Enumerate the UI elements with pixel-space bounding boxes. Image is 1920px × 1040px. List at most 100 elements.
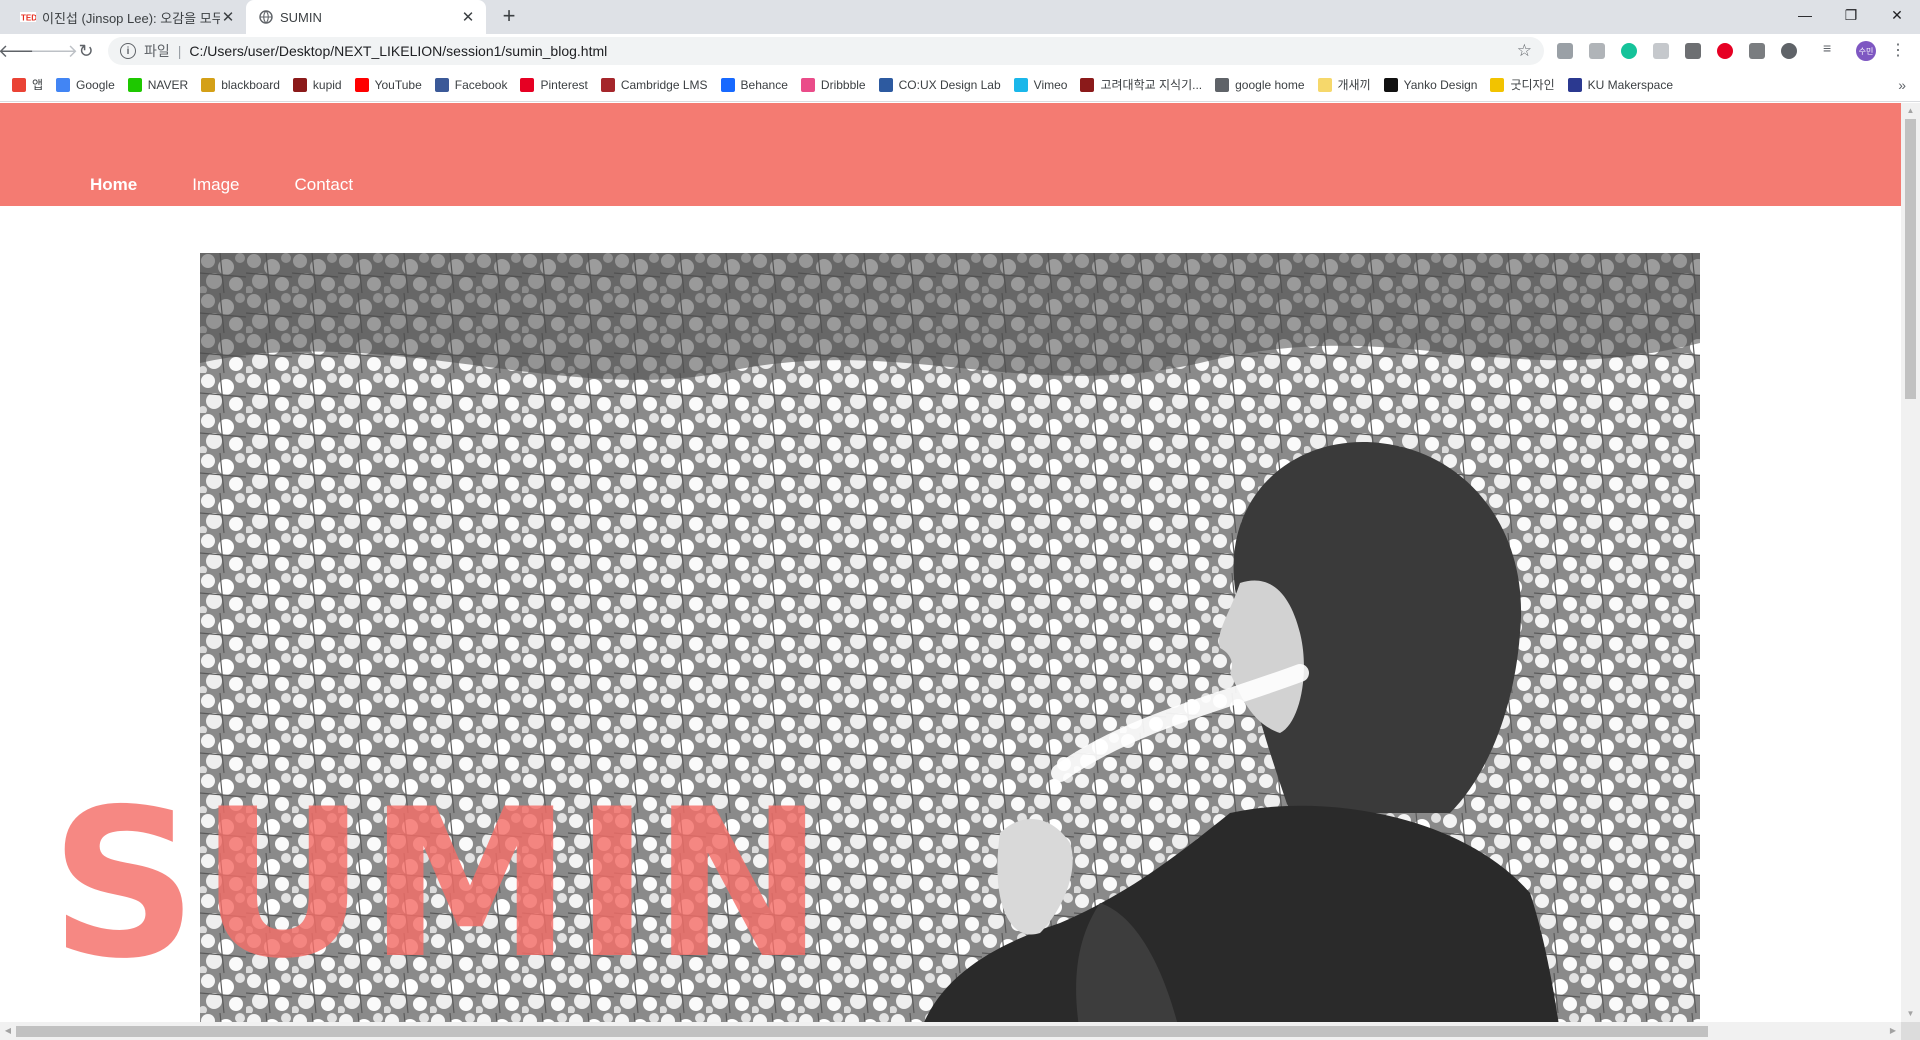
bookmark-item[interactable]: 앱	[12, 76, 43, 93]
behance-icon	[720, 77, 735, 92]
browser-menu-icon[interactable]: ⋮	[1890, 40, 1906, 62]
bookmark-label: Cambridge LMS	[620, 77, 708, 92]
horizontal-scrollbar[interactable]: ◀ ▶	[0, 1022, 1901, 1040]
bookmarks-overflow-icon[interactable]: »	[1898, 77, 1906, 93]
minimize-button[interactable]: —	[1782, 0, 1828, 30]
grammarly-icon[interactable]	[1621, 43, 1637, 59]
bookmark-item[interactable]: Yanko Design	[1383, 77, 1478, 92]
scroll-right-arrow-icon[interactable]: ▶	[1885, 1022, 1901, 1040]
bookmark-item[interactable]: KU Makerspace	[1567, 77, 1674, 92]
bookmark-item[interactable]: 굿디자인	[1490, 76, 1555, 93]
google-icon	[56, 77, 71, 92]
bookmark-label: YouTube	[374, 77, 422, 92]
naver-icon	[127, 77, 142, 92]
window-close-button[interactable]: ✕	[1874, 0, 1920, 30]
tab-sumin[interactable]: SUMIN ✕	[246, 0, 486, 34]
site-header: Home Image Contact	[0, 103, 1901, 206]
scroll-down-arrow-icon[interactable]: ▼	[1901, 1006, 1920, 1022]
blackboard-icon	[201, 77, 216, 92]
extension-icon[interactable]	[1781, 43, 1797, 59]
bookmark-item[interactable]: 개새끼	[1317, 76, 1371, 93]
folder-icon	[1317, 77, 1332, 92]
coux-icon	[878, 77, 893, 92]
bookmark-item[interactable]: CO:UX Design Lab	[878, 77, 1001, 92]
globe-icon	[258, 9, 274, 25]
tab-strip: TED 이진섭 (Jinsop Lee): 오감을 모두 ✕ SUMIN ✕ +…	[0, 0, 1920, 34]
nav-link-home[interactable]: Home	[90, 175, 137, 195]
yanko-icon	[1383, 77, 1398, 92]
vertical-scroll-thumb[interactable]	[1905, 119, 1916, 399]
bookmark-item[interactable]: Behance	[720, 77, 788, 92]
media-control-icon[interactable]: ≡	[1823, 40, 1839, 56]
bookmark-label: Behance	[740, 77, 788, 92]
svg-text:TED: TED	[21, 14, 36, 23]
bookmark-label: 굿디자인	[1510, 78, 1555, 92]
dribbble-icon	[800, 77, 815, 92]
site-nav: Home Image Contact	[90, 175, 353, 195]
extension-icon[interactable]	[1557, 43, 1573, 59]
extension-icon[interactable]	[1589, 43, 1605, 59]
new-tab-button[interactable]: +	[497, 5, 521, 29]
extension-icon[interactable]	[1653, 43, 1669, 59]
scroll-up-arrow-icon[interactable]: ▲	[1901, 103, 1920, 119]
vimeo-icon	[1013, 77, 1028, 92]
bookmark-item[interactable]: kupid	[292, 77, 342, 92]
forward-button[interactable]: 🡒	[30, 38, 78, 64]
bookmark-label: Dribbble	[820, 77, 866, 92]
extension-icon[interactable]	[1685, 43, 1701, 59]
bookmark-label: 고려대학교 지식기...	[1100, 78, 1203, 92]
bookmark-item[interactable]: Dribbble	[800, 77, 866, 92]
pinterest-icon	[520, 77, 535, 92]
cambridge-icon	[600, 77, 615, 92]
korea-univ-icon	[1080, 77, 1095, 92]
youtube-icon	[354, 77, 369, 92]
bookmark-item[interactable]: NAVER	[127, 77, 188, 92]
bookmark-label: Google	[76, 77, 115, 92]
bookmark-label: Pinterest	[540, 77, 588, 92]
restore-button[interactable]: ❐	[1828, 0, 1874, 30]
pinterest-extension-icon[interactable]	[1717, 43, 1733, 59]
profile-avatar[interactable]: 수민	[1856, 41, 1876, 61]
bookmark-label: blackboard	[221, 77, 280, 92]
bookmark-item[interactable]: google home	[1215, 77, 1305, 92]
scroll-left-arrow-icon[interactable]: ◀	[0, 1022, 16, 1040]
facebook-icon	[434, 77, 449, 92]
nav-link-image[interactable]: Image	[192, 175, 239, 195]
horizontal-scroll-thumb[interactable]	[16, 1026, 1708, 1037]
divider: |	[177, 43, 182, 59]
bookmark-label: Vimeo	[1033, 77, 1068, 92]
bookmark-label: KU Makerspace	[1587, 77, 1674, 92]
browser-toolbar: 🡐 🡒 ↻ i 파일 | C:/Users/user/Desktop/NEXT_…	[0, 34, 1920, 68]
tab-title: 이진섭 (Jinsop Lee): 오감을 모두	[42, 10, 220, 26]
nav-link-contact[interactable]: Contact	[294, 175, 353, 195]
bookmark-item[interactable]: Pinterest	[520, 77, 588, 92]
bookmark-item[interactable]: Vimeo	[1013, 77, 1068, 92]
url-text[interactable]: C:/Users/user/Desktop/NEXT_LIKELION/sess…	[189, 43, 607, 59]
bookmark-item[interactable]: Facebook	[434, 77, 507, 92]
globe-icon	[1215, 77, 1230, 92]
bookmark-item[interactable]: Cambridge LMS	[600, 77, 708, 92]
bookmark-item[interactable]: blackboard	[201, 77, 280, 92]
close-icon[interactable]: ✕	[220, 9, 236, 26]
scrollbar-corner	[1901, 1022, 1920, 1040]
vertical-scrollbar[interactable]: ▲ ▼	[1901, 103, 1920, 1022]
bookmark-label: 개새끼	[1337, 78, 1371, 92]
bookmark-item[interactable]: Google	[56, 77, 115, 92]
bookmark-star-icon[interactable]: ☆	[1517, 41, 1532, 61]
bookmark-label: Yanko Design	[1403, 77, 1478, 92]
reload-button[interactable]: ↻	[72, 38, 100, 64]
bookmark-label: google home	[1235, 77, 1305, 92]
apps-grid-icon	[12, 77, 26, 92]
hero-title: SUMIN	[50, 766, 826, 1004]
info-icon[interactable]: i	[120, 43, 136, 59]
bookmark-item[interactable]: 고려대학교 지식기...	[1080, 76, 1202, 93]
bookmark-item[interactable]: YouTube	[354, 77, 422, 92]
address-bar[interactable]: i 파일 | C:/Users/user/Desktop/NEXT_LIKELI…	[108, 37, 1544, 65]
good-design-icon	[1490, 77, 1505, 92]
extension-icon[interactable]	[1749, 43, 1765, 59]
page-viewport: Home Image Contact SUMIN	[0, 103, 1901, 1022]
ted-icon: TED	[20, 9, 36, 25]
tab-ted[interactable]: TED 이진섭 (Jinsop Lee): 오감을 모두 ✕	[8, 0, 246, 34]
close-icon[interactable]: ✕	[460, 9, 476, 26]
bookmark-label: kupid	[312, 77, 342, 92]
